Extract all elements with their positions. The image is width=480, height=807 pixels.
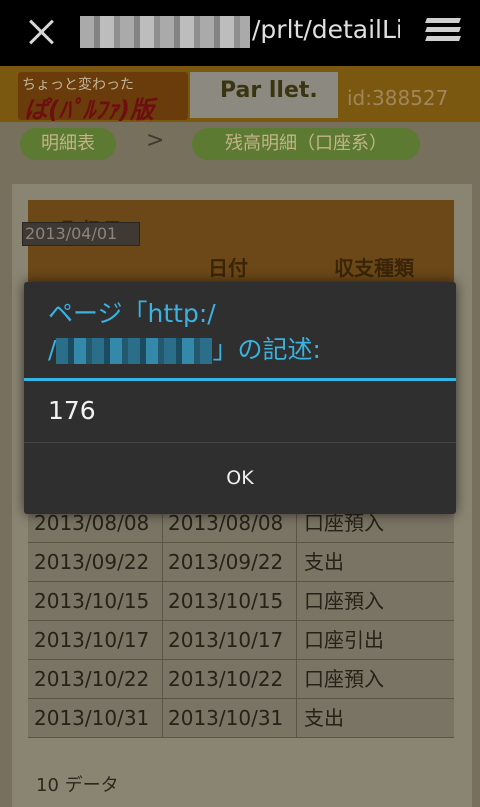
dialog-title: ページ「http:/ / 」の記述: bbox=[48, 296, 448, 368]
cell-type: 口座引出 bbox=[304, 628, 384, 652]
header-date[interactable]: 日付 bbox=[208, 252, 248, 281]
cell-handling-date: 2013/10/17 bbox=[34, 628, 150, 652]
partner-logo-text: Par llet. bbox=[220, 78, 318, 103]
cell-type: 口座預入 bbox=[304, 589, 384, 613]
data-count: 10 データ bbox=[36, 775, 119, 796]
table-row[interactable]: 2013/10/17 2013/10/17 口座引出 bbox=[28, 621, 454, 660]
cell-handling-date: 2013/09/22 bbox=[34, 550, 150, 574]
header-type[interactable]: 収支種類 bbox=[334, 252, 414, 281]
cell-type: 支出 bbox=[304, 550, 344, 574]
ok-button[interactable]: OK bbox=[24, 443, 456, 514]
url-redacted bbox=[80, 16, 250, 48]
cell-type: 口座預入 bbox=[304, 667, 384, 691]
cell-handling-date: 2013/10/31 bbox=[34, 706, 150, 730]
table-row[interactable]: 2013/10/31 2013/10/31 支出 bbox=[28, 699, 454, 738]
cell-type: 支出 bbox=[304, 706, 344, 730]
breadcrumb-separator: > bbox=[146, 128, 165, 153]
breadcrumb-item-statement[interactable]: 明細表 bbox=[20, 128, 116, 160]
close-icon[interactable] bbox=[24, 14, 60, 50]
user-id: id:388527 bbox=[347, 86, 449, 110]
filter-date-input[interactable]: 2013/04/01 bbox=[22, 222, 140, 246]
dialog-title-redacted bbox=[56, 338, 213, 364]
alert-dialog: ページ「http:/ / 」の記述: 176 OK bbox=[24, 282, 456, 514]
cell-date: 2013/09/22 bbox=[168, 550, 284, 574]
cell-date: 2013/10/31 bbox=[168, 706, 284, 730]
url-text[interactable]: /prlt/detailLi bbox=[252, 15, 400, 44]
table-row[interactable]: 2013/09/22 2013/09/22 支出 bbox=[28, 543, 454, 582]
dialog-message: 176 bbox=[48, 396, 96, 425]
dialog-title-line2: / bbox=[48, 335, 57, 364]
cell-date: 2013/10/17 bbox=[168, 628, 284, 652]
partner-logo[interactable]: Par llet. bbox=[190, 72, 338, 118]
breadcrumb-item-balance[interactable]: 残高明細（口座系） bbox=[192, 128, 420, 160]
cell-date: 2013/10/22 bbox=[168, 667, 284, 691]
site-logo[interactable]: ちょっと変わった ぱ(ﾊﾟﾙﾌｧ)版 bbox=[18, 72, 188, 124]
cell-handling-date: 2013/10/22 bbox=[34, 667, 150, 691]
logo-title: ぱ(ﾊﾟﾙﾌｧ)版 bbox=[24, 96, 154, 124]
browser-toolbar: /prlt/detailLi bbox=[0, 0, 480, 66]
table-row[interactable]: 2013/10/15 2013/10/15 口座預入 bbox=[28, 582, 454, 621]
dialog-title-prefix: ページ「http:/ bbox=[48, 299, 216, 328]
dialog-title-suffix: 」の記述: bbox=[212, 335, 321, 364]
cell-handling-date: 2013/10/15 bbox=[34, 589, 150, 613]
site-header: ちょっと変わった ぱ(ﾊﾟﾙﾌｧ)版 Par llet. id:388527 bbox=[0, 66, 480, 124]
dialog-divider bbox=[24, 378, 456, 381]
table-row[interactable]: 2013/10/22 2013/10/22 口座預入 bbox=[28, 660, 454, 699]
table-body: 2013/08/08 2013/08/08 口座預入 2013/09/22 20… bbox=[28, 504, 454, 738]
cell-date: 2013/10/15 bbox=[168, 589, 284, 613]
tabs-icon[interactable] bbox=[425, 16, 461, 44]
